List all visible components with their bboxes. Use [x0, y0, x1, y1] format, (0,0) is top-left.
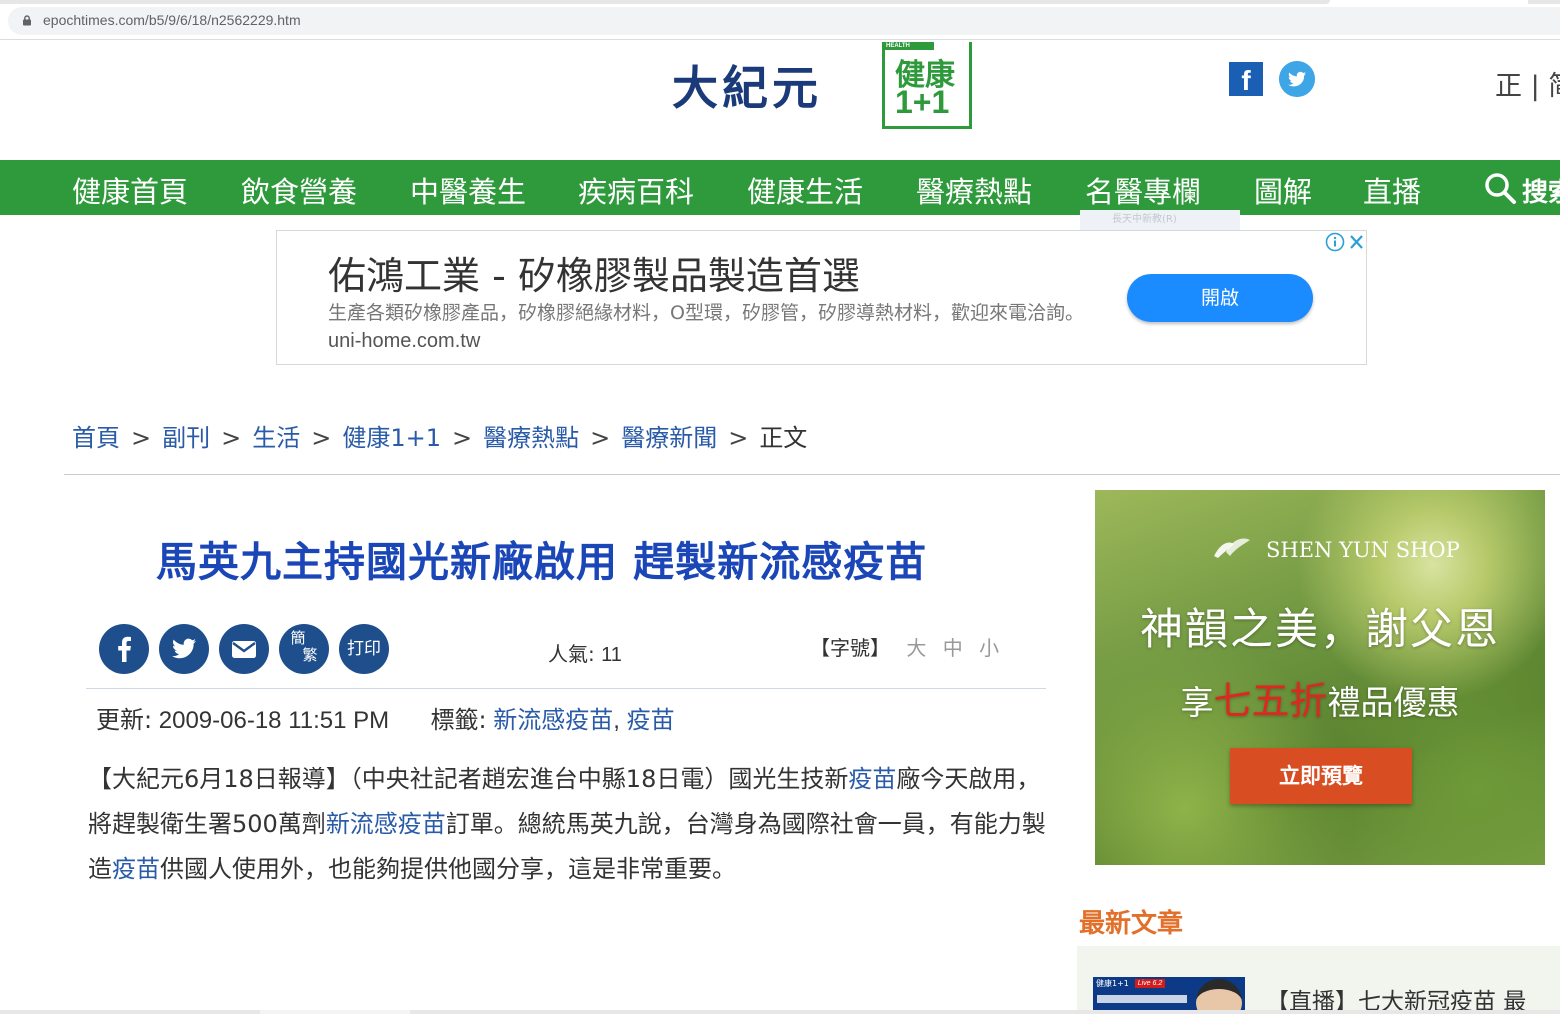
- sidebar-ad-brand: SHEN YUN SHOP: [1266, 538, 1460, 562]
- sidebar-ad-headline: 神韻之美，謝父恩: [1140, 605, 1500, 655]
- thumb-presenter-photo: [1196, 979, 1242, 1014]
- nav-item-live[interactable]: 直播: [1363, 169, 1421, 211]
- nav-item-healthy-living[interactable]: 健康生活: [747, 169, 863, 211]
- epochtimes-logo[interactable]: 大紀元: [672, 52, 822, 118]
- updated-label: 更新:: [96, 706, 153, 734]
- ad-description: 生產各類矽橡膠產品，矽橡膠絕緣材料，O型環，矽膠管，矽膠導熱材料，歡迎來電洽詢。…: [328, 299, 1088, 355]
- breadcrumb-current: 正文: [759, 424, 808, 452]
- twitter-icon[interactable]: [1279, 61, 1315, 97]
- font-size-label: 【字號】: [810, 636, 890, 660]
- article-headline: 馬英九主持國光新廠啟用 趕製新流感疫苗: [156, 538, 928, 586]
- toggle-label-simplified: 簡: [290, 629, 306, 647]
- sidebar-ad-subline: 享七五折禮品優惠: [1095, 670, 1545, 725]
- nav-item-health-home[interactable]: 健康首頁: [72, 169, 188, 211]
- subline-suffix: 禮品優惠: [1327, 683, 1460, 722]
- latest-articles-heading: 最新文章: [1079, 909, 1184, 939]
- shen-yun-logo-icon: [1214, 538, 1250, 558]
- article-meta: 更新: 2009-06-18 11:51 PM 標籤: 新流感疫苗, 疫苗: [96, 706, 675, 734]
- simplified-traditional-label: 簡 繁: [279, 624, 329, 674]
- font-size-medium[interactable]: 中: [943, 636, 963, 660]
- latest-article-thumbnail[interactable]: 健康1+1 Live 6.2: [1093, 977, 1245, 1014]
- ad-open-button[interactable]: 開啟: [1127, 274, 1313, 322]
- breadcrumb-medical-hotspots[interactable]: 醫療熱點: [483, 424, 579, 452]
- views-value: 11: [601, 644, 622, 666]
- body-text: 供國人使用外，也能夠提供他國分享，這是非常重要。: [160, 855, 736, 883]
- tag-link[interactable]: 新流感疫苗: [493, 706, 613, 734]
- browser-address-bar: epochtimes.com/b5/9/6/18/n2562229.htm: [0, 0, 1560, 40]
- toggle-label-traditional: 繁: [302, 646, 318, 664]
- nav-search-label[interactable]: 搜索: [1522, 172, 1560, 209]
- twitter-icon: [172, 638, 196, 659]
- simplified-traditional-toggle[interactable]: 簡 繁: [279, 624, 329, 674]
- body-link-vaccine[interactable]: 疫苗: [848, 765, 896, 793]
- subline-prefix: 享: [1180, 683, 1214, 722]
- facebook-icon: [118, 636, 131, 662]
- share-facebook-button[interactable]: [99, 624, 149, 674]
- health-logo-tag: HEALTH: [882, 42, 934, 50]
- tags-label: 標籤:: [430, 706, 487, 734]
- nav-hint-strip: 長天中新教(R): [1080, 210, 1240, 230]
- article-body: 【大紀元6月18日報導】（中央社記者趙宏進台中縣18日電）國光生技新疫苗廠今天啟…: [88, 757, 1048, 892]
- print-button[interactable]: 打印: [339, 624, 389, 674]
- health-1plus1-logo[interactable]: HEALTH 健康 1+1: [882, 42, 972, 129]
- divider: [86, 688, 1046, 689]
- bottom-scroll-edge: [0, 1010, 1560, 1014]
- breadcrumb-separator: >: [311, 424, 332, 452]
- views-label: 人氣:: [548, 642, 595, 666]
- nav-item-doctor-columns[interactable]: 名醫專欄: [1085, 169, 1201, 211]
- updated-timestamp: 2009-06-18 11:51 PM: [158, 707, 390, 734]
- breadcrumb-separator: >: [131, 424, 152, 452]
- tab-strip: [0, 0, 1330, 4]
- sidebar-ad-shen-yun[interactable]: SHEN YUN SHOP 神韻之美，謝父恩 享七五折禮品優惠 立即預覽: [1095, 490, 1545, 865]
- nav-item-infographics[interactable]: 圖解: [1254, 169, 1312, 211]
- main-nav: 健康首頁 飲食營養 中醫養生 疾病百科 健康生活 醫療熱點 名醫專欄 圖解 直播: [0, 160, 1560, 215]
- ad-title[interactable]: 佑鴻工業 - 矽橡膠製品製造首選: [328, 245, 860, 300]
- breadcrumb-life[interactable]: 生活: [252, 424, 300, 452]
- subline-discount: 七五折: [1213, 679, 1328, 723]
- nav-item-tcm[interactable]: 中醫養生: [410, 169, 526, 211]
- email-icon: [232, 641, 256, 658]
- breadcrumb-separator: >: [451, 424, 473, 452]
- thumb-brand: 健康1+1: [1096, 979, 1129, 988]
- tag-link[interactable]: 疫苗: [627, 706, 675, 734]
- breadcrumb-health[interactable]: 健康1+1: [342, 424, 441, 452]
- share-email-button[interactable]: [219, 624, 269, 674]
- horizontal-scrollbar-thumb[interactable]: [260, 1010, 410, 1014]
- breadcrumb-separator: >: [728, 424, 749, 452]
- ad-info-icon[interactable]: [1324, 231, 1346, 253]
- view-count: 人氣: 11: [548, 638, 622, 667]
- url-text[interactable]: epochtimes.com/b5/9/6/18/n2562229.htm: [43, 12, 301, 28]
- divider: [64, 474, 1560, 475]
- sidebar-ad-preview-button[interactable]: 立即預覽: [1230, 748, 1412, 804]
- font-size-small[interactable]: 小: [979, 636, 999, 660]
- font-size-large[interactable]: 大: [906, 636, 926, 660]
- ad-banner[interactable]: 佑鴻工業 - 矽橡膠製品製造首選 生產各類矽橡膠產品，矽橡膠絕緣材料，O型環，矽…: [276, 230, 1367, 365]
- body-link-vaccine[interactable]: 疫苗: [112, 855, 160, 883]
- lock-icon: [23, 15, 31, 26]
- breadcrumb-medical-news[interactable]: 醫療新聞: [621, 424, 717, 452]
- ad-domain[interactable]: uni-home.com.tw: [328, 330, 480, 352]
- breadcrumb-home[interactable]: 首頁: [72, 424, 120, 452]
- ad-description-text: 生產各類矽橡膠產品，矽橡膠絕緣材料，O型環，矽膠管，矽膠導熱材料，歡迎來電洽詢。: [328, 302, 1084, 324]
- ad-close-icon[interactable]: [1346, 231, 1367, 253]
- tab-strip-end: [1528, 0, 1560, 4]
- body-text: 【大紀元6月18日報導】（中央社記者趙宏進台中縣18日電）國光生技新: [88, 765, 849, 793]
- nav-item-diet-nutrition[interactable]: 飲食營養: [241, 169, 357, 211]
- share-twitter-button[interactable]: [159, 624, 209, 674]
- language-switch[interactable]: 正 | 简: [1495, 64, 1560, 103]
- breadcrumb-separator: >: [221, 424, 242, 452]
- search-icon[interactable]: [1483, 171, 1517, 205]
- print-label: 打印: [347, 639, 381, 659]
- breadcrumb-supplement[interactable]: 副刊: [162, 424, 210, 452]
- thumb-live-badge: Live 6.2: [1135, 979, 1165, 988]
- health-logo-line2: 1+1: [895, 84, 950, 120]
- thumb-caption-bar: [1097, 995, 1187, 1003]
- font-size-selector: 【字號】 大 中 小: [810, 632, 999, 661]
- breadcrumb: 首頁 > 副刊 > 生活 > 健康1+1 > 醫療熱點 > 醫療新聞 > 正文: [72, 418, 807, 453]
- body-link-new-flu-vaccine[interactable]: 新流感疫苗: [326, 810, 446, 838]
- breadcrumb-separator: >: [590, 424, 611, 452]
- nav-item-diseases[interactable]: 疾病百科: [578, 169, 694, 211]
- nav-item-medical-hotspots[interactable]: 醫療熱點: [916, 169, 1032, 211]
- facebook-icon[interactable]: f: [1229, 62, 1263, 96]
